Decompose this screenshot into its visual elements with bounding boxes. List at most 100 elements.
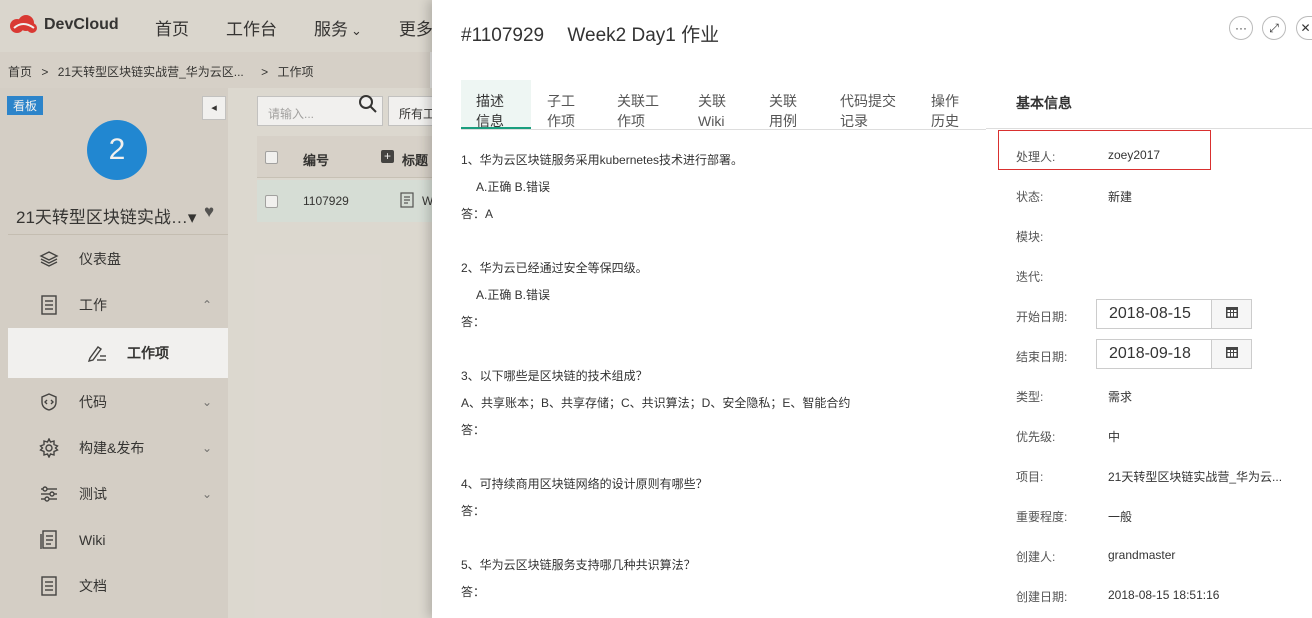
- question-2-answer: 答：: [461, 315, 486, 329]
- sidebar-item-label: 构建&发布: [79, 440, 145, 456]
- end-date-calendar-button[interactable]: [1211, 339, 1252, 369]
- sidebar-item-work[interactable]: 工作 ⌃: [8, 282, 228, 328]
- sliders-icon: [38, 483, 60, 505]
- work-item-list: 请输入... 所有工 编号 + 标题 1107929 W: [228, 88, 448, 618]
- basic-info-heading: 基本信息: [1016, 95, 1072, 111]
- project-avatar: 2: [87, 120, 147, 180]
- search-icon[interactable]: [358, 94, 378, 119]
- project-name-dropdown[interactable]: 21天转型区块链实战…▾: [16, 203, 196, 228]
- work-item-id: #1107929: [461, 25, 545, 46]
- devcloud-logo[interactable]: DevCloud: [8, 14, 119, 36]
- iteration-label: 迭代:: [1016, 270, 1044, 284]
- breadcrumb-separator: >: [261, 65, 269, 79]
- module-label: 模块:: [1016, 230, 1044, 244]
- sidebar-item-testing[interactable]: 测试 ⌄: [8, 471, 228, 517]
- start-date-field[interactable]: 2018-08-15: [1096, 299, 1212, 329]
- tab-label: 描述: [476, 93, 504, 109]
- sidebar-item-label: 工作项: [127, 345, 169, 361]
- priority-value[interactable]: 中: [1108, 428, 1120, 445]
- tab-code-commits[interactable]: 代码提交 记录: [825, 80, 915, 129]
- chevron-down-icon: ⌄: [351, 23, 362, 38]
- favorite-heart-icon[interactable]: ♥: [204, 202, 214, 222]
- collapse-sidebar-button[interactable]: ◂: [202, 96, 226, 120]
- tab-label: 关联工: [617, 93, 659, 109]
- tab-history[interactable]: 操作 历史: [916, 80, 986, 129]
- tab-label: 作项: [547, 113, 575, 129]
- sidebar-item-code[interactable]: 代码 ⌄: [8, 379, 228, 425]
- detail-tabs: 描述 信息 子工 作项 关联工 作项 关联 Wiki 关联 用例 代码提交 记录…: [461, 80, 986, 130]
- tab-label: 关联: [769, 93, 797, 109]
- created-date-value: 2018-08-15 18:51:16: [1108, 588, 1220, 602]
- column-title[interactable]: 标题: [402, 150, 428, 169]
- type-value[interactable]: 需求: [1108, 388, 1132, 405]
- list-doc-icon: [38, 294, 60, 316]
- select-all-checkbox[interactable]: [265, 151, 278, 164]
- gear-icon: [38, 437, 60, 459]
- assignee-value[interactable]: zoey2017: [1108, 148, 1160, 162]
- question-2: 2、华为云已经通过安全等保四级。: [461, 261, 648, 275]
- table-row[interactable]: 1107929 W: [257, 180, 437, 222]
- question-5: 5、华为云区块链服务支持哪几种共识算法？: [461, 558, 696, 572]
- layers-icon: [38, 248, 60, 270]
- tab-label: 用例: [769, 113, 797, 129]
- close-button[interactable]: ✕: [1296, 16, 1312, 40]
- tab-label: 历史: [931, 113, 959, 129]
- nav-workbench[interactable]: 工作台: [226, 15, 277, 40]
- sidebar-item-workitems[interactable]: 工作项: [8, 328, 228, 378]
- tab-label: 操作: [931, 93, 959, 109]
- tab-label: 代码提交: [840, 93, 896, 109]
- tab-linked-items[interactable]: 关联工 作项: [602, 80, 682, 129]
- status-value[interactable]: 新建: [1108, 188, 1132, 205]
- breadcrumb-home[interactable]: 首页: [8, 65, 32, 79]
- tab-label: 信息: [476, 113, 504, 129]
- work-item-detail-panel: #1107929 Week2 Day1 作业 ··· ⤢ ✕ 描述 信息 子工 …: [432, 0, 1312, 618]
- doc-icon: [38, 575, 60, 597]
- column-id[interactable]: 编号: [303, 150, 329, 169]
- start-date-calendar-button[interactable]: [1211, 299, 1252, 329]
- sidebar-item-docs[interactable]: 文档: [8, 563, 228, 609]
- row-checkbox[interactable]: [265, 195, 278, 208]
- sidebar-item-label: 测试: [79, 486, 107, 502]
- question-1-options: A.正确 B.错误: [476, 180, 551, 194]
- question-4-answer: 答：: [461, 504, 486, 518]
- tab-linked-cases[interactable]: 关联 用例: [754, 80, 824, 129]
- row-id[interactable]: 1107929: [303, 194, 349, 208]
- sidebar-item-label: 代码: [79, 394, 107, 410]
- sidebar-item-label: 工作: [79, 297, 107, 313]
- nav-home[interactable]: 首页: [155, 15, 189, 40]
- breadcrumb: 首页 > 21天转型区块链实战营_华为云区... > 工作项: [0, 52, 430, 88]
- question-3-answer: 答：: [461, 423, 486, 437]
- end-date-label: 结束日期:: [1016, 350, 1068, 364]
- sidebar-item-label: 仪表盘: [79, 251, 121, 267]
- sidebar-divider: [8, 234, 228, 235]
- question-3-options: A、共享账本；B、共享存储；C、共识算法；D、安全隐私；E、智能合约: [461, 396, 851, 410]
- status-label: 状态:: [1016, 190, 1044, 204]
- question-3: 3、以下哪些是区块链的技术组成？: [461, 369, 648, 383]
- end-date-field[interactable]: 2018-09-18: [1096, 339, 1212, 369]
- tab-linked-wiki[interactable]: 关联 Wiki: [683, 80, 753, 129]
- question-2-options: A.正确 B.错误: [476, 288, 551, 302]
- more-actions-button[interactable]: ···: [1229, 16, 1253, 40]
- tab-description[interactable]: 描述 信息: [461, 80, 531, 129]
- expand-button[interactable]: ⤢: [1262, 16, 1286, 40]
- calendar-icon: [1225, 345, 1239, 364]
- created-date-label: 创建日期:: [1016, 590, 1068, 604]
- shield-code-icon: [38, 391, 60, 413]
- question-1: 1、华为云区块链服务采用kubernetes技术进行部署。: [461, 153, 744, 167]
- expand-plus-icon[interactable]: +: [381, 150, 394, 163]
- work-item-title[interactable]: Week2 Day1 作业: [567, 25, 719, 46]
- sidebar-item-dashboard[interactable]: 仪表盘: [8, 236, 228, 282]
- cloud-logo-icon: [8, 14, 38, 36]
- sidebar-item-wiki[interactable]: Wiki: [8, 517, 228, 563]
- chevron-up-icon: ⌃: [201, 298, 212, 312]
- severity-value[interactable]: 一般: [1108, 508, 1132, 525]
- nav-services[interactable]: 服务 ⌄: [314, 15, 362, 40]
- tab-label: 记录: [840, 113, 868, 129]
- severity-label: 重要程度:: [1016, 510, 1068, 524]
- tab-subitems[interactable]: 子工 作项: [532, 80, 602, 129]
- board-badge[interactable]: 看板: [7, 96, 44, 115]
- project-value: 21天转型区块链实战营_华为云...: [1108, 470, 1283, 484]
- breadcrumb-project[interactable]: 21天转型区块链实战营_华为云区...: [58, 65, 244, 79]
- sidebar-item-build-release[interactable]: 构建&发布 ⌄: [8, 425, 228, 471]
- nav-more-label: 更多: [398, 20, 433, 39]
